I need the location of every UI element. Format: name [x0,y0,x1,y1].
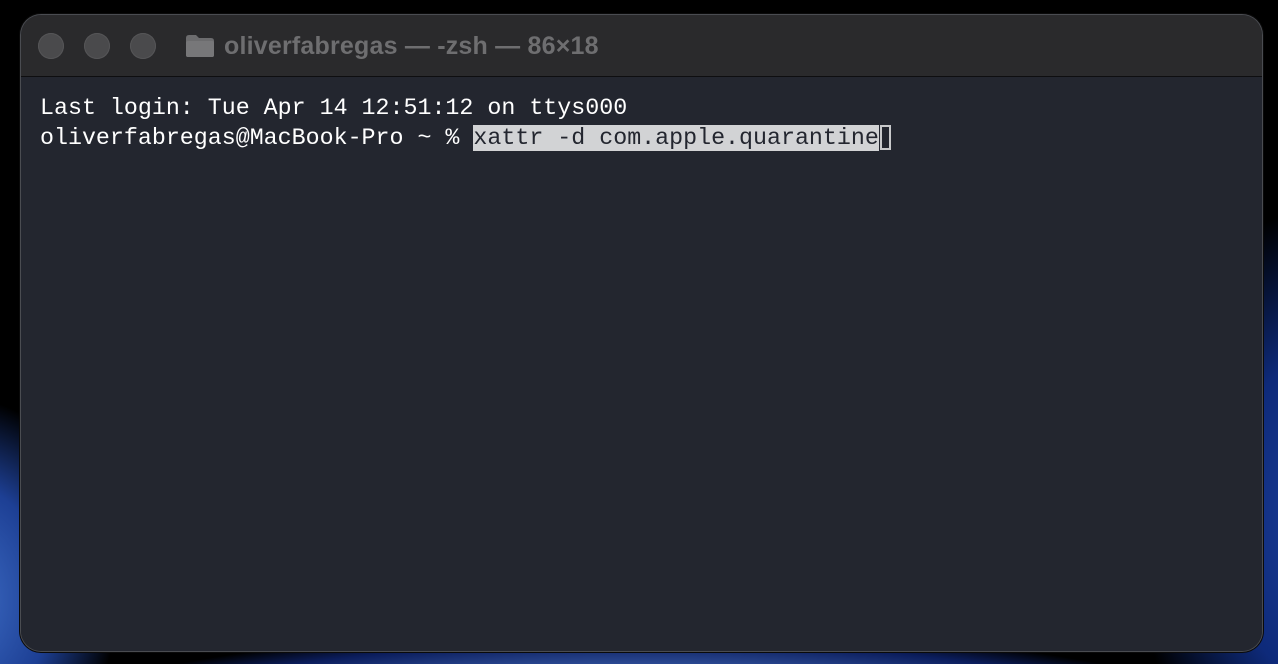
shell-prompt: oliverfabregas@MacBook-Pro ~ % [40,125,474,151]
terminal-window[interactable]: oliverfabregas — -zsh — 86×18 Last login… [21,15,1262,651]
title-bar[interactable]: oliverfabregas — -zsh — 86×18 [21,15,1262,77]
typed-command[interactable]: xattr -d com.apple.quarantine [473,125,879,151]
window-title-group: oliverfabregas — -zsh — 86×18 [185,29,599,63]
zoom-button[interactable] [130,33,156,59]
folder-icon [185,34,215,58]
window-title: oliverfabregas — -zsh — 86×18 [224,31,599,60]
terminal-content[interactable]: Last login: Tue Apr 14 12:51:12 on ttys0… [21,77,1262,651]
close-button[interactable] [38,33,64,59]
text-cursor [879,125,891,150]
last-login-line: Last login: Tue Apr 14 12:51:12 on ttys0… [40,95,628,121]
minimize-button[interactable] [84,33,110,59]
command-line[interactable]: oliverfabregas@MacBook-Pro ~ % xattr -d … [40,123,891,153]
